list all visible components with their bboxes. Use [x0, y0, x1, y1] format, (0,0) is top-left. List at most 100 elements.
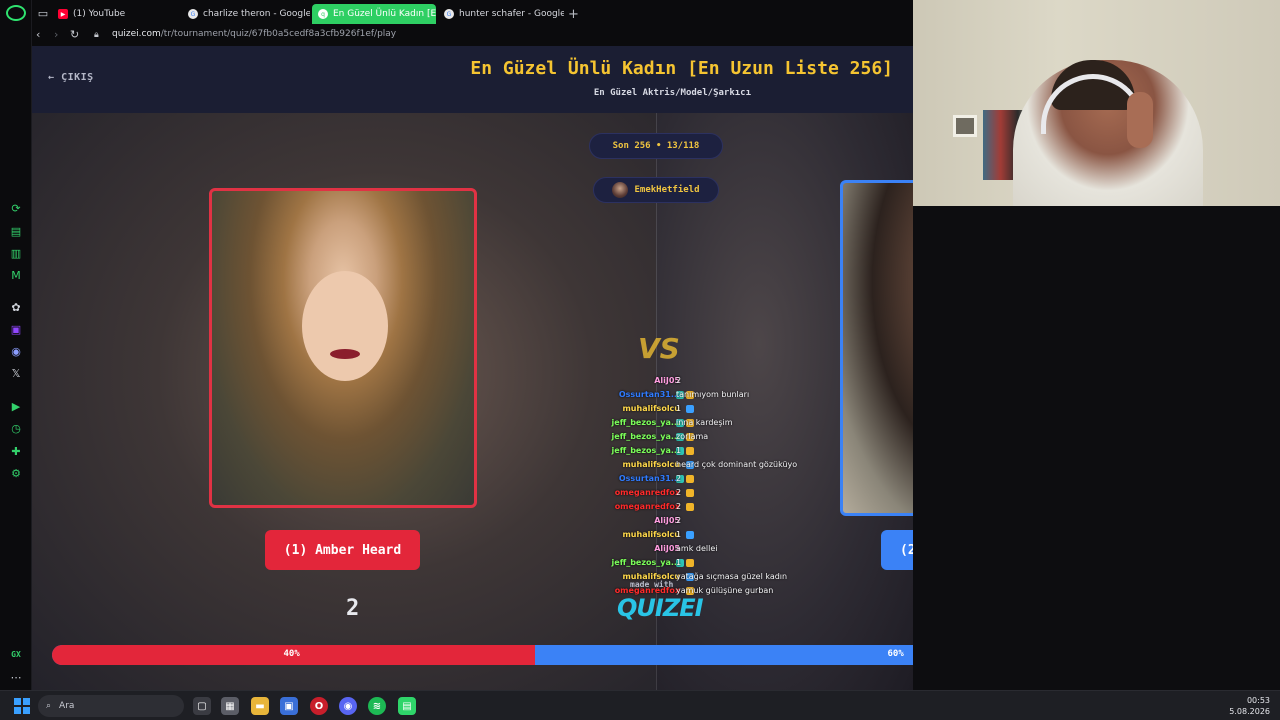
chat-badges [686, 405, 694, 413]
chat-username[interactable]: jeff_bezos_ya... [612, 556, 680, 570]
chat-message: AliJ05 2 [580, 514, 820, 528]
chat-text: 1 [676, 446, 682, 455]
messenger-icon[interactable]: M [9, 268, 23, 282]
chat-username[interactable]: omeganredfox [615, 486, 680, 500]
google-icon: G [188, 9, 198, 19]
tab-youtube[interactable]: ▶ (1) YouTube [52, 4, 180, 24]
chat-text: yamuk gülüşüne gurban [676, 586, 774, 595]
option-right-photo[interactable] [840, 180, 913, 516]
gx-control-label[interactable]: GX [4, 650, 28, 659]
chat-badges [686, 503, 694, 511]
chat-message: muhalifsolcu heard çok dominant gözüküyo [580, 458, 820, 472]
stream-chat-overlay: AliJ05 2 Ossurtan31... tanımıyom bunları muh… [580, 374, 820, 598]
chat-message: AliJ05 amk dellei [580, 542, 820, 556]
avatar [612, 182, 629, 198]
chat-username[interactable]: Ossurtan31... [619, 472, 680, 486]
tab-google-hunter[interactable]: G hunter schafer - Google'da [438, 4, 564, 24]
quiz-page: ← ÇIKIŞ En Güzel Ünlü Kadın [En Uzun Lis… [32, 46, 913, 690]
chat-username[interactable]: jeff_bezos_ya... [612, 430, 680, 444]
percent-right: 60% [887, 649, 904, 659]
system-clock[interactable]: 00:53 5.08.2026 [1229, 695, 1270, 717]
chat-username[interactable]: jeff_bezos_ya... [612, 416, 680, 430]
x-twitter-icon[interactable]: 𝕏 [9, 366, 23, 380]
chat-username[interactable]: muhalifsolcu [622, 402, 680, 416]
chat-username[interactable]: Ossurtan31... [619, 388, 680, 402]
quiz-header: ← ÇIKIŞ En Güzel Ünlü Kadın [En Uzun Lis… [32, 46, 913, 113]
wallet-icon[interactable]: ▥ [9, 246, 23, 260]
spotify-icon[interactable]: ≋ [368, 697, 386, 715]
chat-message: Ossurtan31... 2 [580, 472, 820, 486]
tab-google-charlize[interactable]: G charlize theron - Google'da [182, 4, 310, 24]
file-explorer-icon[interactable]: ▬ [251, 697, 269, 715]
wall-frame [953, 115, 977, 137]
task-view-icon[interactable]: ▢ [193, 697, 211, 715]
chat-text: 2 [676, 474, 682, 483]
chat-username[interactable]: muhalifsolcu [622, 458, 680, 472]
chat-username[interactable]: omeganredfox [615, 500, 680, 514]
clock-time: 00:53 [1246, 696, 1270, 705]
chat-username[interactable]: muhalifsolcu [622, 528, 680, 542]
search-placeholder: Ara [59, 701, 75, 711]
shopping-bag-icon[interactable]: ▤ [9, 224, 23, 238]
chat-message: AliJ05 2 [580, 374, 820, 388]
chatgpt-icon[interactable]: ✿ [9, 300, 23, 314]
quiz-subtitle: En Güzel Aktris/Model/Şarkıcı [593, 88, 751, 98]
chat-message: jeff_bezos_ya... 1 [580, 444, 820, 458]
taskbar-search[interactable]: ⌕ Ara [38, 695, 184, 717]
exit-button[interactable]: ← ÇIKIŞ [48, 72, 94, 83]
twitch-icon[interactable]: ▣ [9, 322, 23, 336]
workspaces-icon[interactable]: ▭ [36, 6, 50, 20]
chat-message: Ossurtan31... tanımıyom bunları [580, 388, 820, 402]
chat-text: heard çok dominant gözüküyo [676, 460, 798, 469]
youtube-icon: ▶ [58, 9, 68, 19]
new-tab-button[interactable]: + [568, 7, 579, 22]
widgets-icon[interactable]: ▦ [221, 697, 239, 715]
tab-list-icon[interactable] [0, 14, 14, 28]
chat-message: jeff_bezos_ya... inna kardeşim [580, 416, 820, 430]
option-left-photo[interactable] [209, 188, 477, 508]
lock-icon: 🔒︎ [94, 30, 99, 40]
more-icon[interactable]: ⋯ [9, 670, 23, 684]
chat-text: 2 [676, 488, 682, 497]
chat-username[interactable]: muhalifsolcu [622, 570, 680, 584]
chat-message: muhalifsolcu yatağa sıçmasa güzel kadın [580, 570, 820, 584]
settings-gear-icon[interactable]: ⚙ [9, 466, 23, 480]
tab-quizei-active[interactable]: q En Güzel Ünlü Kadın [En U [312, 4, 436, 24]
url-field[interactable]: quizei.com/tr/tournament/quiz/67fb0a5ced… [112, 29, 396, 39]
chat-badge-icon [686, 531, 694, 539]
tab-title: hunter schafer - Google'da [459, 9, 564, 19]
player-icon[interactable]: ▶ [9, 399, 23, 413]
history-icon[interactable]: ◷ [9, 421, 23, 435]
round-text: Son 256 • 13/118 [612, 141, 700, 151]
chat-badge-icon [686, 447, 694, 455]
choose-left-button[interactable]: (1) Amber Heard [265, 530, 420, 570]
chat-username[interactable]: omeganredfox [615, 584, 680, 598]
chat-badge-icon [686, 489, 694, 497]
store-icon[interactable]: ▣ [280, 697, 298, 715]
reload-icon[interactable]: ↻ [70, 28, 79, 41]
chat-badge-icon [686, 559, 694, 567]
tab-strip: ▭ ▶ (1) YouTube G charlize theron - Goog… [32, 0, 913, 26]
windows-start-icon[interactable] [14, 698, 30, 714]
discord-icon[interactable]: ◉ [339, 697, 357, 715]
chat-username[interactable]: jeff_bezos_ya... [612, 444, 680, 458]
app-icon[interactable]: ▤ [398, 697, 416, 715]
opera-gx-icon[interactable]: O [310, 697, 328, 715]
back-arrow-icon[interactable]: ‹ [36, 28, 40, 41]
chat-badge-icon [686, 475, 694, 483]
portrait-face [302, 271, 388, 381]
discord-icon[interactable]: ◉ [9, 344, 23, 358]
search-icon: ⌕ [46, 701, 52, 711]
extensions-icon[interactable]: ✚ [9, 444, 23, 458]
player-badge: EmekHetfield [593, 177, 719, 203]
chat-text: 2 [676, 516, 682, 525]
chat-badges [686, 489, 694, 497]
chat-message: omeganredfox 2 [580, 486, 820, 500]
forward-arrow-icon[interactable]: › [54, 28, 58, 41]
chat-text: 2 [676, 502, 682, 511]
vote-progress-bar: 40% 60% [52, 645, 913, 665]
player-name: EmekHetfield [634, 185, 700, 195]
chat-text: 2 [676, 376, 682, 385]
choose-right-button[interactable]: (2) Natalie Dormer [881, 530, 913, 570]
refresh-sync-icon[interactable]: ⟳ [9, 201, 23, 215]
